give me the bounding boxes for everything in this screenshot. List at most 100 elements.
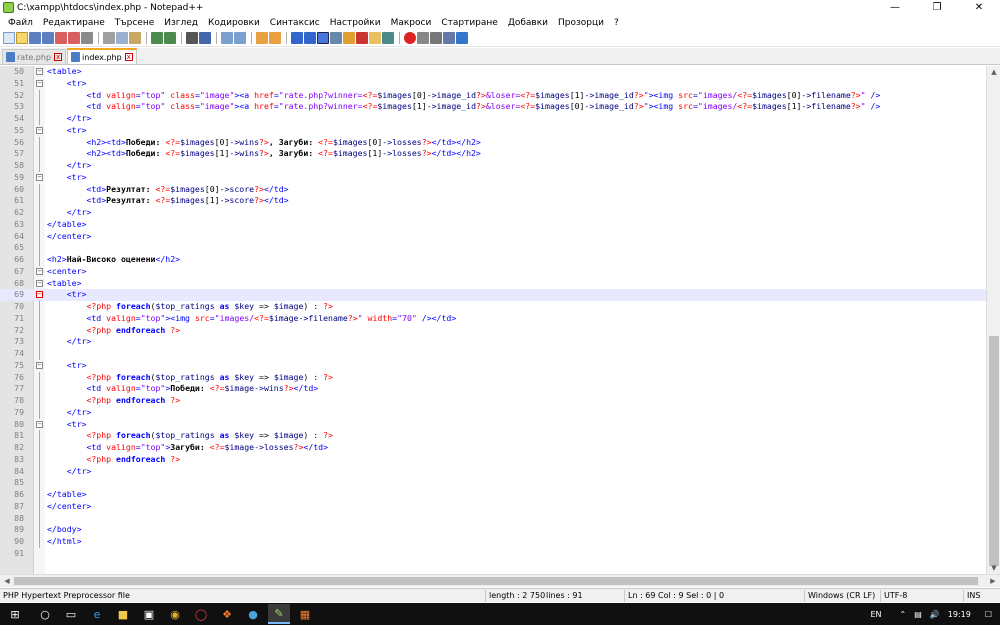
menu-encoding[interactable]: Кодировки xyxy=(203,18,265,28)
play-macro-icon[interactable] xyxy=(430,32,442,44)
doc-map-icon[interactable] xyxy=(343,32,355,44)
language-indicator[interactable]: EN xyxy=(870,610,881,619)
code-line[interactable]: 69 − <tr> xyxy=(0,289,986,301)
fold-toggle-icon[interactable]: − xyxy=(36,267,43,275)
close-icon[interactable]: x xyxy=(124,53,133,61)
code-line[interactable]: 87 </center> xyxy=(0,500,986,513)
code-line[interactable]: 74 xyxy=(0,348,986,360)
scroll-right-icon[interactable]: ▶ xyxy=(986,575,1000,587)
volume-icon[interactable]: 🔊 xyxy=(930,610,940,619)
code-line[interactable]: 61 <td>Резултат: <?=$images[1]->score?><… xyxy=(0,195,986,207)
vertical-scroll-thumb[interactable] xyxy=(989,336,999,566)
print-icon[interactable] xyxy=(81,32,93,44)
vertical-scrollbar[interactable]: ▲ ▼ xyxy=(986,66,1000,574)
undo-icon[interactable] xyxy=(151,32,163,44)
code-line[interactable]: 65 xyxy=(0,242,986,254)
code-line[interactable]: 50 − <table> xyxy=(0,66,986,78)
fold-toggle-icon[interactable]: − xyxy=(36,361,43,369)
opera-icon[interactable]: ◯ xyxy=(190,604,212,624)
code-line[interactable]: 85 xyxy=(0,477,986,489)
code-line[interactable]: 59 − <tr> xyxy=(0,172,986,184)
search-icon[interactable]: ○ xyxy=(34,604,56,624)
udl-icon[interactable] xyxy=(330,32,342,44)
close-button[interactable]: ✕ xyxy=(958,0,1000,15)
code-line[interactable]: 52 <td valign="top" class="image"><a hre… xyxy=(0,89,986,102)
maximize-button[interactable]: ❐ xyxy=(916,0,958,15)
task-view-icon[interactable]: ▭ xyxy=(60,604,82,624)
horizontal-scroll-thumb[interactable] xyxy=(14,577,978,585)
indent-guide-icon[interactable] xyxy=(317,32,329,44)
code-line[interactable]: 78 <?php endforeach ?> xyxy=(0,395,986,407)
store-icon[interactable]: ▣ xyxy=(138,604,160,624)
close-all-icon[interactable] xyxy=(68,32,80,44)
code-line[interactable]: 91 xyxy=(0,548,986,560)
code-line[interactable]: 67 − <center> xyxy=(0,266,986,278)
code-line[interactable]: 83 <?php endforeach ?> xyxy=(0,453,986,466)
code-line[interactable]: 54 </tr> xyxy=(0,113,986,125)
scroll-up-icon[interactable]: ▲ xyxy=(987,66,1000,78)
close-file-icon[interactable] xyxy=(55,32,67,44)
monitoring-icon[interactable] xyxy=(382,32,394,44)
fold-toggle-icon[interactable]: − xyxy=(36,291,43,299)
save-macro-icon[interactable] xyxy=(456,32,468,44)
save-icon[interactable] xyxy=(29,32,41,44)
menu-language[interactable]: Синтаксис xyxy=(265,18,325,28)
code-line[interactable]: 53 <td valign="top" class="image"><a hre… xyxy=(0,101,986,113)
code-line[interactable]: 88 xyxy=(0,512,986,525)
fold-toggle-icon[interactable]: − xyxy=(36,173,43,181)
xampp-control-icon[interactable]: ▦ xyxy=(294,604,316,624)
code-line[interactable]: 79 </tr> xyxy=(0,406,986,419)
menu-run[interactable]: Стартиране xyxy=(436,18,503,28)
code-line[interactable]: 90 </html> xyxy=(0,536,986,548)
code-line[interactable]: 80 − <tr> xyxy=(0,419,986,431)
notepadpp-taskbar-icon[interactable]: ✎ xyxy=(268,604,290,624)
stop-macro-icon[interactable] xyxy=(417,32,429,44)
code-line[interactable]: 51 − <tr> xyxy=(0,78,986,90)
horizontal-scrollbar[interactable]: ◀ ▶ xyxy=(0,574,1000,587)
record-macro-icon[interactable] xyxy=(404,32,416,44)
code-line[interactable]: 56 <h2><td>Победи: <?=$images[0]->wins?>… xyxy=(0,136,986,149)
code-line[interactable]: 76 <?php foreach($top_ratings as $key =>… xyxy=(0,371,986,384)
menu-help[interactable]: ? xyxy=(609,18,624,28)
code-line[interactable]: 58 </tr> xyxy=(0,160,986,172)
code-line[interactable]: 60 <td>Резултат: <?=$images[0]->score?><… xyxy=(0,183,986,196)
paste-icon[interactable] xyxy=(129,32,141,44)
minimize-button[interactable]: — xyxy=(874,0,916,15)
code-line[interactable]: 71 <td valign="top"><img src="images/<?=… xyxy=(0,312,986,325)
scroll-left-icon[interactable]: ◀ xyxy=(0,575,14,587)
menu-macro[interactable]: Макроси xyxy=(386,18,437,28)
menu-window[interactable]: Прозорци xyxy=(553,18,609,28)
code-line[interactable]: 86 </table> xyxy=(0,489,986,501)
code-editor[interactable]: 50− <table> 51− <tr> 52 <td valign="top" cl… xyxy=(0,66,986,574)
code-line[interactable]: 72 <?php endforeach ?> xyxy=(0,324,986,337)
replace-icon[interactable] xyxy=(199,32,211,44)
code-line[interactable]: 73 </tr> xyxy=(0,336,986,348)
tab-index-php[interactable]: index.php x xyxy=(67,48,137,64)
scroll-down-icon[interactable]: ▼ xyxy=(987,562,1000,574)
new-file-icon[interactable] xyxy=(3,32,15,44)
code-line[interactable]: 68 − <table> xyxy=(0,278,986,290)
code-line[interactable]: 89 </body> xyxy=(0,524,986,536)
notifications-icon[interactable]: ☐ xyxy=(985,610,992,619)
run-macro-multiple-icon[interactable] xyxy=(443,32,455,44)
fold-toggle-icon[interactable]: − xyxy=(36,126,43,134)
tab-rate-php[interactable]: rate.php x xyxy=(2,49,67,64)
copy-icon[interactable] xyxy=(116,32,128,44)
code-line[interactable]: 84 </tr> xyxy=(0,465,986,478)
open-file-icon[interactable] xyxy=(16,32,28,44)
code-line[interactable]: 77 <td valign="top">Победи: <?=$image->w… xyxy=(0,383,986,395)
sync-horizontal-icon[interactable] xyxy=(269,32,281,44)
fold-toggle-icon[interactable]: − xyxy=(36,420,43,428)
menu-edit[interactable]: Редактиране xyxy=(38,18,110,28)
menu-search[interactable]: Търсене xyxy=(110,18,159,28)
windows-start-icon[interactable]: ⊞ xyxy=(0,604,30,624)
save-all-icon[interactable] xyxy=(42,32,54,44)
code-line[interactable]: 82 <td valign="top">Загуби: <?=$image->l… xyxy=(0,442,986,454)
chevron-up-icon[interactable]: ⌃ xyxy=(900,610,907,619)
code-line[interactable]: 64 </center> xyxy=(0,230,986,243)
code-line[interactable]: 57 <h2><td>Победи: <?=$images[1]->wins?>… xyxy=(0,148,986,160)
menu-file[interactable]: Файл xyxy=(3,18,38,28)
fold-toggle-icon[interactable]: − xyxy=(36,279,43,287)
skype-icon[interactable]: ● xyxy=(242,604,264,624)
close-icon[interactable]: x xyxy=(54,53,63,61)
